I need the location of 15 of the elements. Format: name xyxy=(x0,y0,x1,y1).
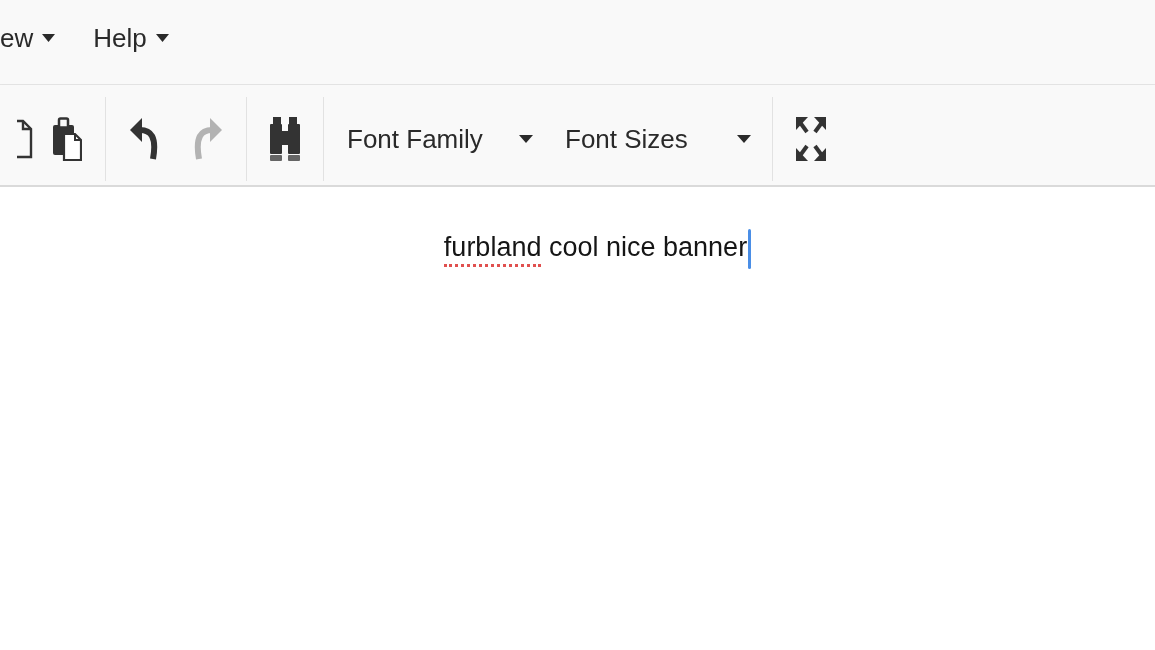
menu-item[interactable]: ew xyxy=(0,12,75,64)
document-icon xyxy=(17,117,33,161)
clipboard-icon xyxy=(52,117,82,161)
font-dropdown[interactable]: Font Family xyxy=(330,108,548,170)
caret-icon xyxy=(42,34,56,42)
undo-icon xyxy=(130,117,158,161)
menu-item[interactable]: Help xyxy=(74,12,188,64)
caret-icon xyxy=(155,34,169,42)
fullscreen-icon xyxy=(796,117,826,161)
caret-icon xyxy=(519,135,533,143)
font-dropdown[interactable]: Font Sizes xyxy=(548,108,766,170)
redo-icon xyxy=(194,117,222,161)
editor-text: furbland cool nice banner xyxy=(40,225,1155,269)
binoculars-icon xyxy=(270,117,300,161)
caret-icon xyxy=(737,135,751,143)
